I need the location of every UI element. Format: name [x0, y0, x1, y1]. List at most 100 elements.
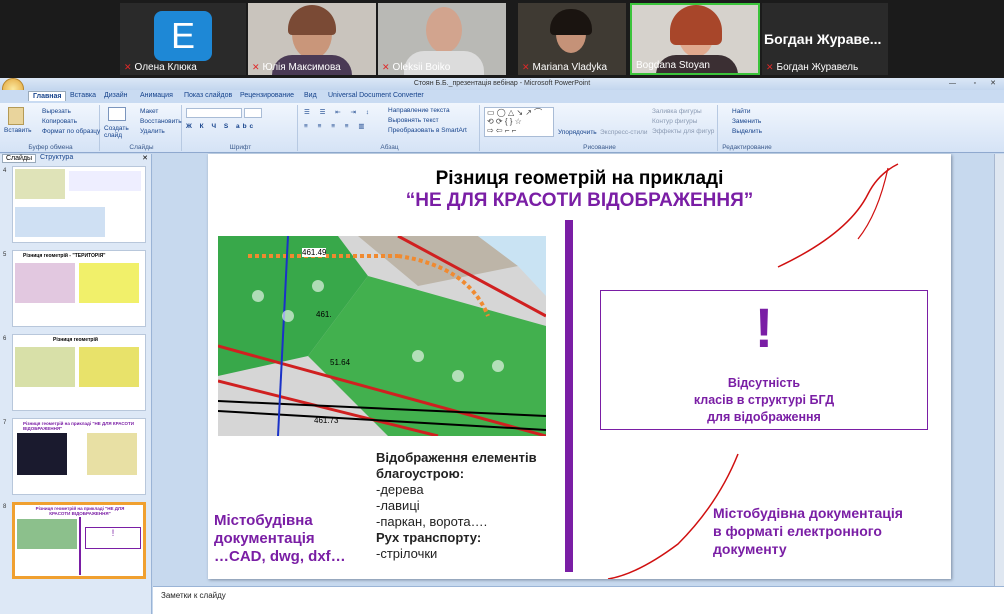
slide-number: 5 — [3, 252, 7, 258]
group-label: Абзац — [380, 144, 399, 151]
tab-animation[interactable]: Анимация — [140, 92, 173, 99]
map-label: 461. — [316, 310, 332, 319]
close-pane-icon[interactable]: ✕ — [142, 154, 148, 162]
powerpoint-window: Стоян Б.Б._презентація вебінар - Microso… — [0, 78, 1004, 614]
text-direction-button[interactable]: Направление текста — [388, 107, 450, 114]
caption-line: документація — [214, 530, 315, 547]
map-drawing — [218, 236, 546, 436]
tab-design[interactable]: Дизайн — [104, 92, 128, 99]
maximize-button[interactable]: ▫ — [974, 78, 976, 90]
quick-styles-button[interactable]: Экспресс-стили — [600, 129, 648, 136]
caption-line: …CAD, dwg, dxf… — [214, 548, 346, 565]
pane-tabs: Слайды Структура ✕ — [0, 154, 152, 163]
list-item: -лавиці — [376, 498, 420, 513]
caption-line: Містобудівна — [214, 512, 313, 529]
align-text-button[interactable]: Выровнять текст — [388, 117, 439, 124]
participant-tile[interactable]: Богдан Жураве... ✕ Богдан Журавель — [762, 3, 888, 75]
vertical-scrollbar[interactable] — [994, 154, 1004, 586]
thumb-text — [69, 171, 141, 191]
format-painter-button[interactable]: Формат по образцу — [42, 128, 100, 135]
participant-name: ✕ Mariana Vladyka — [522, 62, 608, 73]
replace-button[interactable]: Заменить — [732, 118, 761, 125]
tab-slideshow[interactable]: Показ слайдов — [184, 92, 232, 99]
participant-tile-active-speaker[interactable]: Bogdana Stoyan — [630, 3, 760, 75]
thumb-map — [15, 347, 75, 387]
tab-outline[interactable]: Структура — [40, 154, 73, 161]
caption-line: в форматі електронного — [713, 523, 882, 539]
paste-button[interactable]: Вставить — [4, 127, 32, 134]
slide-thumbnail[interactable]: Різниця геометрій на прикладі "НЕ ДЛЯ КР… — [12, 418, 146, 495]
map-label: 461.49 — [302, 248, 327, 257]
layout-button[interactable]: Макет — [140, 108, 158, 115]
slide-thumbnail-selected[interactable]: Різниця геометрій на прикладі "НЕ ДЛЯ КР… — [12, 502, 146, 579]
tab-slides[interactable]: Слайды — [2, 154, 37, 163]
group-slides: Создать слайд Макет Восстановить Удалить… — [102, 105, 182, 151]
thumb-map — [17, 433, 67, 475]
box-line: Відсутність — [727, 376, 801, 390]
participant-video-hair — [550, 9, 592, 35]
close-button[interactable]: ✕ — [990, 78, 996, 90]
minimize-button[interactable]: — — [949, 78, 956, 90]
cut-button[interactable]: Вырезать — [42, 108, 71, 115]
align-buttons[interactable]: ≡ ≡ ≡ ≡ ▥ — [304, 122, 369, 130]
tab-view[interactable]: Вид — [304, 92, 317, 99]
thumb-map — [15, 263, 75, 303]
slide-number: 8 — [3, 504, 7, 510]
caption-line: Містобудівна документація — [713, 505, 903, 521]
participant-tile[interactable]: E ✕ Олена Клюка — [120, 3, 246, 75]
notes-pane[interactable]: Заметки к слайду — [153, 586, 1004, 614]
thumb-map — [79, 263, 139, 303]
slide-thumbnail[interactable]: Різниця геометрій — [12, 334, 146, 411]
new-slide-button[interactable]: Создать слайд — [104, 125, 132, 139]
shape-effects-button[interactable]: Эффекты для фигур — [652, 128, 714, 135]
participant-video-hair — [288, 5, 336, 35]
slide-number: 7 — [3, 420, 7, 426]
slide-title: Різниця геометрій на прикладі — [435, 168, 724, 189]
group-editing: Найти Заменить Выделить Редактирование — [720, 105, 774, 151]
slides-pane: Слайды Структура ✕ 4 5 Різниця геометрій… — [0, 154, 152, 614]
select-button[interactable]: Выделить — [732, 128, 762, 135]
window-titlebar: Стоян Б.Б._презентація вебінар - Microso… — [0, 78, 1004, 100]
shapes-gallery[interactable]: ▭ ◯ △ ↘ ↗ ⌒ ⟲ ⟳ { } ☆ ⇨ ⇦ ⌐ ⌐ — [484, 107, 554, 137]
delete-button[interactable]: Удалить — [140, 128, 165, 135]
font-name-input[interactable] — [186, 108, 242, 118]
window-title: Стоян Б.Б._презентація вебінар - Microso… — [413, 80, 591, 87]
find-button[interactable]: Найти — [732, 108, 751, 115]
avatar: E — [154, 11, 212, 61]
tab-home[interactable]: Главная — [28, 91, 67, 101]
thumb-title: Різниця геометрій — [53, 337, 98, 343]
paste-icon[interactable] — [8, 107, 24, 125]
current-slide[interactable]: Різниця геометрій на прикладі “НЕ ДЛЯ КР… — [208, 154, 951, 579]
slide-number: 4 — [3, 168, 7, 174]
list-item: -стрілочки — [376, 546, 438, 561]
shape-fill-button[interactable]: Заливка фигуры — [652, 108, 702, 115]
muted-mic-icon: ✕ — [124, 62, 132, 72]
thumb-box: ! — [85, 527, 141, 549]
slide-thumbnail[interactable] — [12, 166, 146, 243]
font-size-input[interactable] — [244, 108, 262, 118]
elements-list: Відображення елементів благоустрою: -дер… — [376, 450, 566, 562]
participant-name: ✕ Богдан Журавель — [766, 62, 859, 73]
font-format-buttons[interactable]: Ж К Ч S abc — [186, 123, 256, 130]
reset-button[interactable]: Восстановить — [140, 118, 182, 125]
tab-insert[interactable]: Вставка — [70, 92, 96, 99]
shape-outline-button[interactable]: Контур фигуры — [652, 118, 697, 125]
group-label: Редактирование — [722, 144, 772, 151]
participant-name: ✕ Oleksii Boiko — [382, 62, 451, 73]
group-paragraph: ☰ ☰ ⇤ ⇥ ↕ ≡ ≡ ≡ ≡ ▥ Направление текста В… — [300, 105, 480, 151]
participant-tile[interactable]: ✕ Mariana Vladyka — [518, 3, 626, 75]
arrange-button[interactable]: Упорядочить — [558, 129, 597, 136]
ribbon-tabs: Главная Вставка Дизайн Анимация Показ сл… — [0, 90, 1004, 103]
tab-review[interactable]: Рецензирование — [240, 92, 294, 99]
list-item: Рух транспорту: — [376, 530, 482, 545]
participant-tile[interactable]: ✕ Oleksii Boiko — [378, 3, 506, 75]
list-buttons[interactable]: ☰ ☰ ⇤ ⇥ ↕ — [304, 108, 373, 116]
tab-udc[interactable]: Universal Document Converter — [328, 92, 424, 99]
smartart-button[interactable]: Преобразовать в SmartArt — [388, 127, 467, 134]
participant-tile[interactable]: ✕ Юлія Максимова — [248, 3, 376, 75]
copy-button[interactable]: Копировать — [42, 118, 77, 125]
slide-thumbnail[interactable]: Різниця геометрій - "ТЕРИТОРІЯ" — [12, 250, 146, 327]
new-slide-icon[interactable] — [108, 107, 126, 121]
muted-mic-icon: ✕ — [252, 62, 260, 72]
muted-mic-icon: ✕ — [382, 62, 390, 72]
